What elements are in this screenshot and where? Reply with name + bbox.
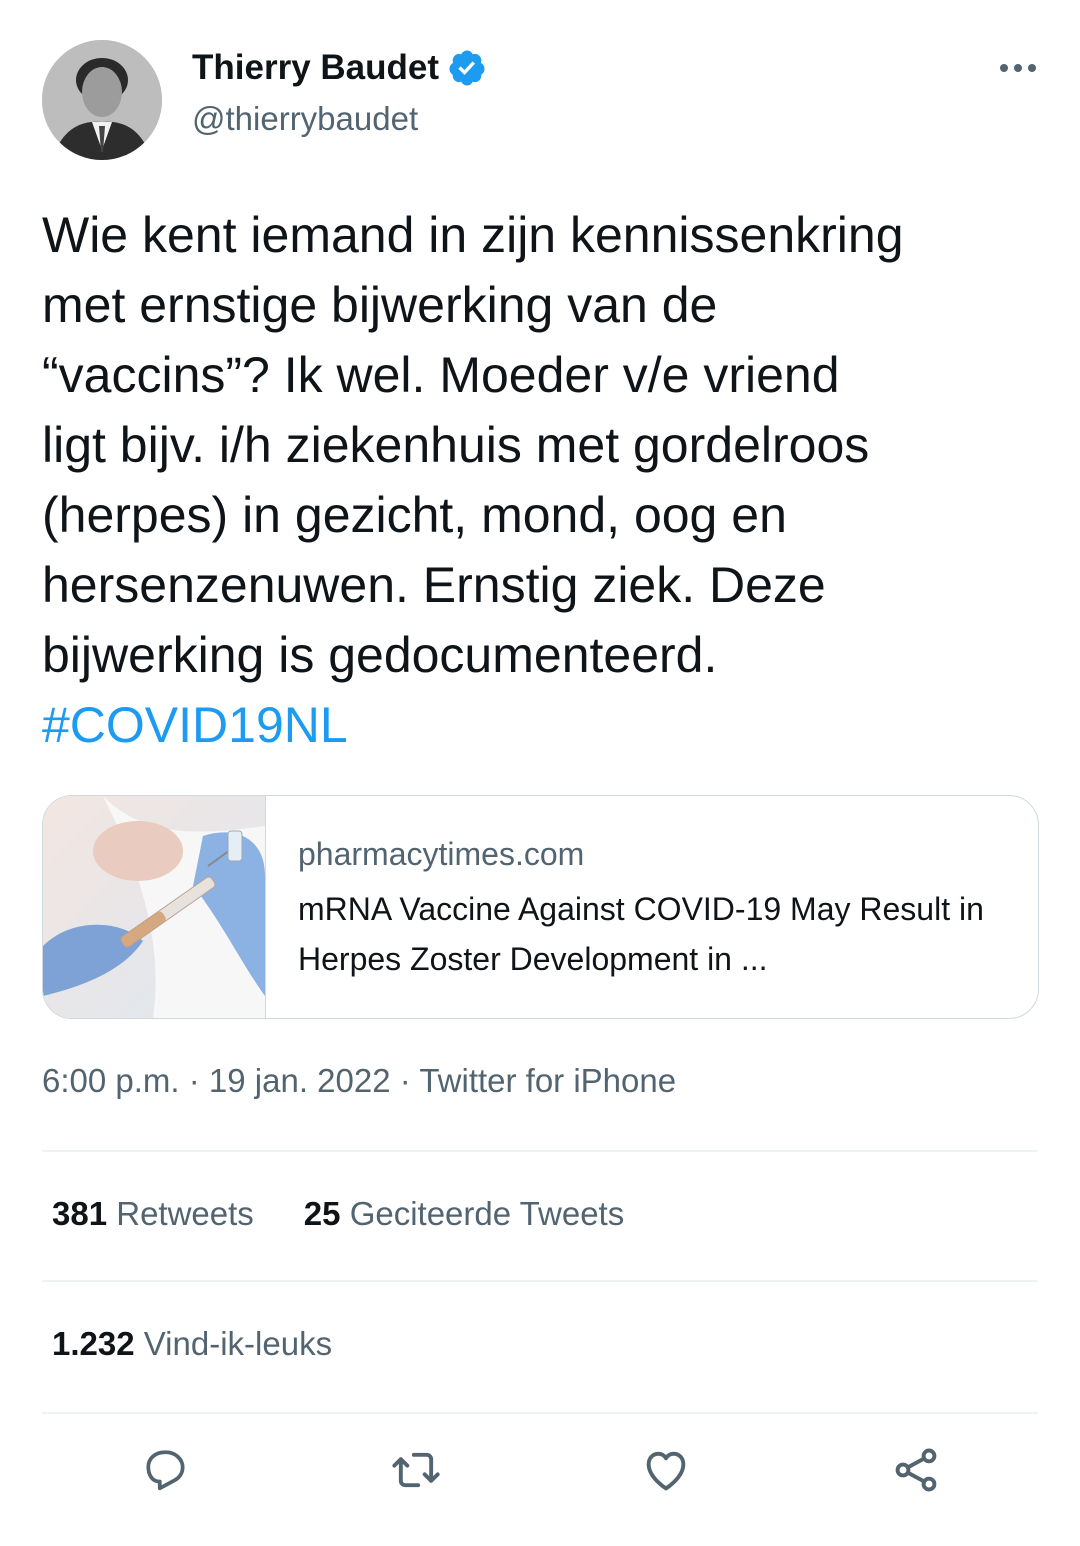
- meta-separator: ·: [390, 1062, 420, 1099]
- likes-stats: 1.232 Vind-ik-leuks: [52, 1325, 382, 1363]
- likes-count: 1.232: [52, 1325, 135, 1362]
- retweet-icon: [390, 1444, 442, 1501]
- reply-icon: [141, 1445, 191, 1500]
- tweet-body: Wie kent iemand in zijn kennissenkring m…: [42, 207, 904, 683]
- heart-icon: [640, 1444, 692, 1501]
- display-name[interactable]: Thierry Baudet: [192, 48, 439, 88]
- user-handle[interactable]: @thierrybaudet: [192, 100, 418, 138]
- divider: [42, 1150, 1038, 1152]
- hashtag-link[interactable]: #COVID19NL: [42, 697, 348, 753]
- retweets-label: Retweets: [116, 1195, 254, 1232]
- more-horizontal-icon: [998, 61, 1038, 79]
- retweets-stat[interactable]: 381 Retweets: [52, 1195, 254, 1233]
- tweet-text: Wie kent iemand in zijn kennissenkring m…: [42, 200, 1042, 760]
- card-thumbnail: [43, 796, 266, 1018]
- name-row: Thierry Baudet: [192, 48, 487, 88]
- quotes-label: Geciteerde Tweets: [349, 1195, 625, 1232]
- tweet-meta: 6:00 p.m. · 19 jan. 2022 · Twitter for i…: [42, 1062, 676, 1100]
- more-options-button[interactable]: [998, 50, 1038, 90]
- meta-separator: ·: [179, 1062, 209, 1099]
- verified-badge-icon: [447, 48, 487, 88]
- action-bar: [42, 1432, 1038, 1512]
- retweet-button[interactable]: [376, 1432, 456, 1512]
- card-body: pharmacytimes.com mRNA Vaccine Against C…: [266, 796, 998, 1018]
- tweet-header: Thierry Baudet @thierrybaudet: [42, 40, 1038, 160]
- avatar[interactable]: [42, 40, 162, 160]
- card-domain: pharmacytimes.com: [298, 836, 585, 872]
- quotes-stat[interactable]: 25 Geciteerde Tweets: [304, 1195, 624, 1233]
- tweet-source[interactable]: Twitter for iPhone: [419, 1062, 676, 1099]
- retweets-count: 381: [52, 1195, 108, 1232]
- engagement-stats: 381 Retweets 25 Geciteerde Tweets: [52, 1195, 674, 1233]
- divider: [42, 1280, 1038, 1282]
- link-card[interactable]: pharmacytimes.com mRNA Vaccine Against C…: [42, 795, 1039, 1019]
- likes-stat[interactable]: 1.232 Vind-ik-leuks: [52, 1325, 332, 1363]
- reply-button[interactable]: [126, 1432, 206, 1512]
- tweet-time[interactable]: 6:00 p.m.: [42, 1062, 180, 1099]
- card-title: mRNA Vaccine Against COVID-19 May Result…: [298, 891, 984, 977]
- share-button[interactable]: [876, 1432, 956, 1512]
- divider: [42, 1412, 1038, 1414]
- likes-label: Vind-ik-leuks: [143, 1325, 333, 1362]
- like-button[interactable]: [626, 1432, 706, 1512]
- tweet-date[interactable]: 19 jan. 2022: [209, 1062, 391, 1099]
- share-icon: [890, 1444, 942, 1501]
- quotes-count: 25: [303, 1195, 341, 1232]
